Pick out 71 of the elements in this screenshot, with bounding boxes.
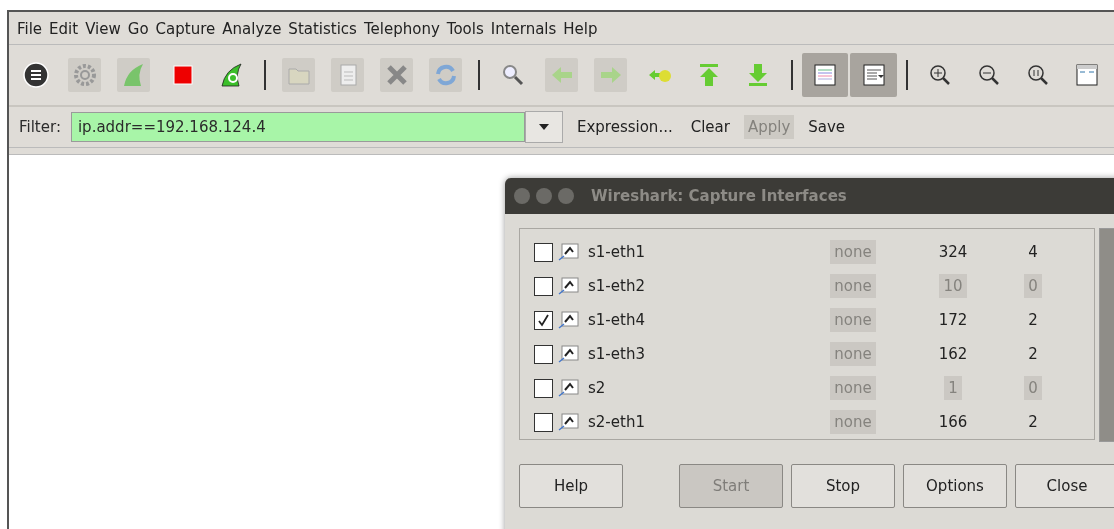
- menu-item[interactable]: Help: [563, 20, 598, 38]
- dropdown-button[interactable]: [524, 111, 563, 143]
- menu-item[interactable]: View: [85, 20, 121, 38]
- interface-icon: [558, 412, 580, 432]
- menu-item[interactable]: File: [17, 20, 43, 38]
- table-cell: none: [830, 342, 876, 366]
- table-cell-text: 162: [937, 344, 969, 365]
- interface-name: s2-eth1: [588, 413, 646, 431]
- window-control-icon[interactable]: [513, 187, 531, 205]
- gear-icon: [71, 62, 98, 88]
- table-cell-text: 4: [1027, 242, 1039, 263]
- window-control-icon[interactable]: [535, 187, 553, 205]
- table-cell-text: 2: [1027, 344, 1039, 365]
- filter-field[interactable]: ip.addr==192.168.124.4: [70, 112, 525, 142]
- table-cell: none: [830, 308, 876, 332]
- interface-name: s1-eth3: [588, 345, 646, 363]
- dialog-title: Wireshark: Capture Interfaces: [591, 187, 847, 205]
- menu-item[interactable]: Telephony: [363, 20, 440, 38]
- interface-icon: [558, 276, 580, 296]
- toolbar-button[interactable]: [850, 53, 897, 97]
- interface-name: s1-eth2: [588, 277, 646, 295]
- table-cell-text: 166: [937, 412, 969, 433]
- table-cell: 10: [939, 274, 967, 298]
- table-cell: 0: [1024, 274, 1042, 298]
- interface-icon: [558, 242, 580, 262]
- interface-icon: [558, 378, 580, 398]
- checkbox[interactable]: [534, 276, 553, 296]
- menu-item[interactable]: Tools: [446, 20, 484, 38]
- filter-action-button[interactable]: Clear: [686, 115, 734, 139]
- menu-item[interactable]: Edit: [49, 20, 79, 38]
- toolbar-button[interactable]: [801, 53, 849, 97]
- table-cell: none: [830, 240, 876, 264]
- table-cell-text: 324: [937, 242, 969, 263]
- menu-item[interactable]: Go: [127, 20, 149, 38]
- dialog-button[interactable]: Options: [903, 464, 1007, 508]
- dialog-button[interactable]: Help: [519, 464, 623, 508]
- checkbox[interactable]: [534, 242, 553, 262]
- table-cell: none: [830, 410, 876, 434]
- dialog-button[interactable]: Close: [1015, 464, 1114, 508]
- fin-refresh-icon: [218, 62, 245, 88]
- menu-item[interactable]: Statistics: [288, 20, 357, 38]
- menu-item[interactable]: Capture: [155, 20, 216, 38]
- interface-name: s1-eth1: [588, 243, 646, 261]
- list-icon: [22, 62, 49, 88]
- menu-item[interactable]: Analyze: [222, 20, 282, 38]
- table-cell: none: [830, 376, 876, 400]
- table-cell: none: [830, 274, 876, 298]
- interface-icon: [558, 344, 580, 364]
- resize-columns-icon: [1074, 62, 1101, 88]
- dialog-button[interactable]: Stop: [791, 464, 895, 508]
- menu-item[interactable]: Internals: [490, 20, 557, 38]
- table-cell-text: 172: [937, 310, 969, 331]
- table-cell-text: 2: [1027, 310, 1039, 331]
- colored-lines-icon: [811, 62, 838, 88]
- interface-name: s1-eth4: [588, 311, 646, 329]
- table-cell-text: 2: [1027, 412, 1039, 433]
- lines-scroll-icon: [860, 62, 887, 88]
- scrollbar[interactable]: [1099, 228, 1114, 442]
- checkbox[interactable]: [534, 310, 553, 330]
- table-cell: 1: [944, 376, 962, 400]
- checkbox[interactable]: [534, 378, 553, 398]
- interface-icon: [558, 310, 580, 330]
- checkbox[interactable]: [534, 344, 553, 364]
- filter-action-button[interactable]: Expression...: [572, 115, 677, 139]
- filter-action-button[interactable]: Save: [804, 115, 850, 139]
- filter-label: Filter:: [19, 118, 61, 136]
- caret-icon: [538, 124, 549, 130]
- interface-name: s2: [588, 379, 607, 397]
- table-cell: 0: [1024, 376, 1042, 400]
- checkbox[interactable]: [534, 412, 553, 432]
- window-control-icon[interactable]: [557, 187, 575, 205]
